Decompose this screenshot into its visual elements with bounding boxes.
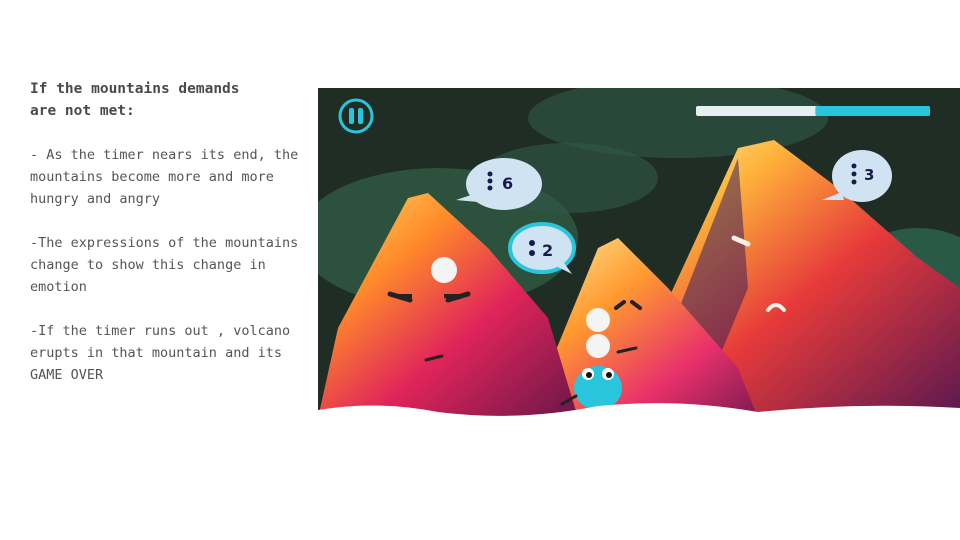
demand-count-right: 3 [864, 166, 874, 184]
snowball [586, 334, 610, 358]
instruction-timer-anger: - As the timer nears its end, the mounta… [30, 147, 299, 207]
instruction-game-over: -If the timer runs out , volcano erupts … [30, 323, 291, 383]
snowball [431, 257, 457, 283]
demand-count-middle: 2 [542, 241, 553, 260]
instructions-panel: If the mountains demands are not met: - … [30, 78, 305, 408]
timer-fill [815, 106, 930, 116]
timer-bar [696, 106, 930, 116]
game-screenshot: 6 2 3 [318, 88, 960, 446]
instructions-heading: If the mountains demands are not met: [30, 81, 240, 119]
demand-bubble-middle: 2 [508, 222, 576, 274]
snow-ground [318, 403, 960, 446]
instruction-expressions: -The expressions of the mountains change… [30, 235, 299, 295]
demand-count-left: 6 [502, 174, 513, 193]
snowball [586, 308, 610, 332]
